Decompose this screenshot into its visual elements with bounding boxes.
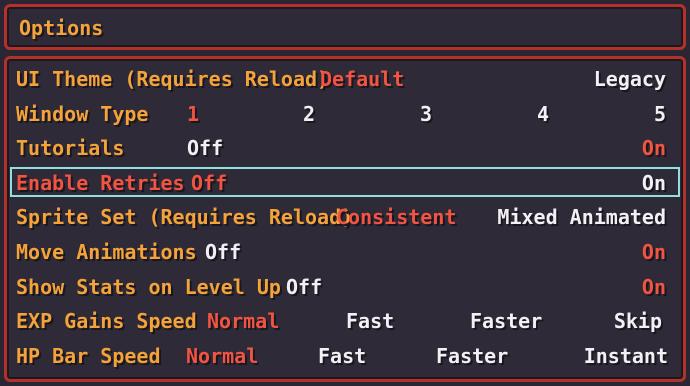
option-value-normal[interactable]: Normal [186, 345, 258, 367]
option-label: EXP Gains Speed [16, 309, 197, 333]
option-value-on[interactable]: On [642, 276, 666, 298]
title-bar: Options [4, 4, 686, 50]
option-value-1[interactable]: 1 [187, 103, 199, 125]
option-value-off[interactable]: Off [286, 276, 322, 298]
option-value-fast[interactable]: Fast [346, 310, 394, 332]
option-value-off[interactable]: Off [191, 172, 227, 194]
option-row-ui-theme[interactable]: UI Theme (Requires Reload) Default Legac… [0, 62, 690, 96]
option-row-tutorials[interactable]: Tutorials Off On [0, 131, 690, 165]
option-value-consistent[interactable]: Consistent [336, 206, 456, 228]
option-label: Tutorials [16, 136, 125, 160]
option-label: Window Type [16, 102, 149, 126]
page-title: Options [19, 16, 104, 40]
option-value-instant[interactable]: Instant [584, 345, 668, 367]
option-row-exp-gains-speed[interactable]: EXP Gains Speed Normal Fast Faster Skip [0, 304, 690, 338]
option-label: HP Bar Speed [16, 344, 161, 368]
option-value-4[interactable]: 4 [537, 103, 549, 125]
option-row-enable-retries[interactable]: Enable Retries Off On [0, 166, 690, 200]
option-value-faster[interactable]: Faster [470, 310, 542, 332]
option-row-window-type[interactable]: Window Type 1 2 3 4 5 [0, 97, 690, 131]
option-label: Sprite Set (Requires Reload) [16, 205, 354, 229]
option-row-hp-bar-speed[interactable]: HP Bar Speed Normal Fast Faster Instant [0, 339, 690, 373]
option-value-3[interactable]: 3 [420, 103, 432, 125]
option-value-on[interactable]: On [642, 172, 666, 194]
option-value-normal[interactable]: Normal [207, 310, 279, 332]
option-label: Show Stats on Level Up [16, 275, 281, 299]
option-label: Enable Retries [16, 171, 185, 195]
option-value-2[interactable]: 2 [303, 103, 315, 125]
option-row-move-animations[interactable]: Move Animations Off On [0, 235, 690, 269]
option-row-sprite-set[interactable]: Sprite Set (Requires Reload) Consistent … [0, 200, 690, 234]
option-row-show-stats[interactable]: Show Stats on Level Up Off On [0, 270, 690, 304]
option-value-legacy[interactable]: Legacy [594, 68, 666, 90]
option-label: UI Theme (Requires Reload) [16, 67, 330, 91]
option-value-5[interactable]: 5 [654, 103, 666, 125]
option-value-on[interactable]: On [642, 241, 666, 263]
option-value-off[interactable]: Off [205, 241, 241, 263]
option-value-default[interactable]: Default [320, 68, 404, 90]
option-value-mixed-animated[interactable]: Mixed Animated [497, 206, 666, 228]
option-value-on[interactable]: On [642, 137, 666, 159]
option-value-faster[interactable]: Faster [436, 345, 508, 367]
option-value-off[interactable]: Off [187, 137, 223, 159]
option-value-skip[interactable]: Skip [614, 310, 662, 332]
option-label: Move Animations [16, 240, 197, 264]
option-value-fast[interactable]: Fast [318, 345, 366, 367]
